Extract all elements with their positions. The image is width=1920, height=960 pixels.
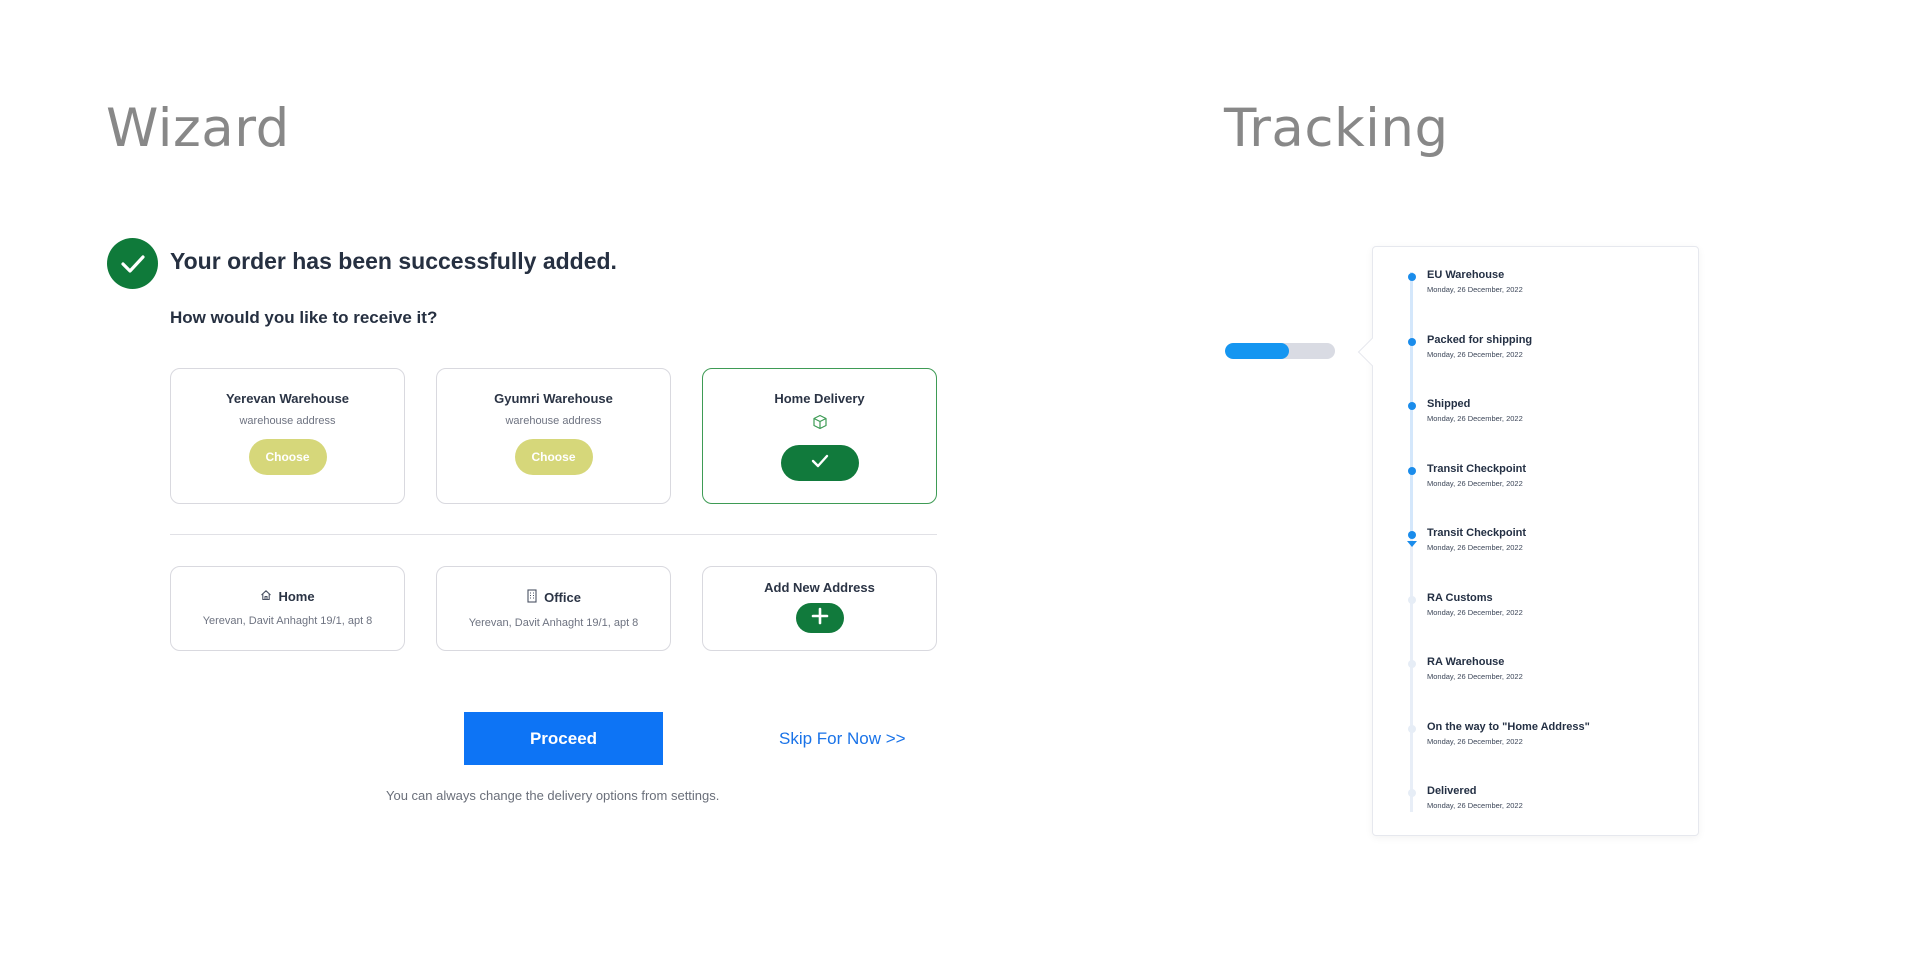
step-date: Monday, 26 December, 2022 (1427, 801, 1523, 810)
proceed-button[interactable]: Proceed (464, 712, 663, 765)
step-label: Delivered (1427, 785, 1477, 797)
choose-button[interactable]: Choose (248, 439, 327, 475)
step-dot-icon (1408, 595, 1416, 604)
check-icon (811, 454, 829, 473)
add-address-title: Add New Address (764, 580, 875, 595)
step-date: Monday, 26 December, 2022 (1427, 349, 1523, 359)
step-label: Transit Checkpoint (1427, 462, 1527, 475)
divider (170, 534, 937, 535)
step-date: Monday, 26 December, 2022 (1427, 672, 1523, 681)
step-dot-icon (1408, 466, 1416, 475)
box-icon (812, 414, 828, 435)
progress-fill (1225, 343, 1289, 359)
step-dot-icon (1408, 337, 1416, 346)
address-card-home[interactable]: Home Yerevan, Davit Anhaght 19/1, apt 8 (170, 566, 405, 651)
option-card-yerevan-warehouse[interactable]: Yerevan Warehouse warehouse address Choo… (170, 368, 405, 504)
step-dot-icon (1408, 273, 1416, 281)
plus-icon (811, 607, 829, 630)
tracking-progress-bar[interactable] (1225, 343, 1335, 359)
option-card-home-delivery[interactable]: Home Delivery (702, 368, 937, 504)
step-date: Monday, 26 December, 2022 (1427, 478, 1523, 488)
option-card-gyumri-warehouse[interactable]: Gyumri Warehouse warehouse address Choos… (436, 368, 671, 504)
step-date: Monday, 26 December, 2022 (1427, 414, 1523, 423)
step-label: Shipped (1427, 398, 1471, 410)
choose-button[interactable]: Choose (514, 439, 593, 475)
current-step-caret-icon (1407, 541, 1417, 547)
settings-note: You can always change the delivery optio… (386, 788, 720, 803)
tracking-section-title: Tracking (1224, 98, 1449, 159)
tracking-panel (1372, 246, 1699, 836)
option-title: Home Delivery (774, 391, 865, 406)
address-text: Yerevan, Davit Anhaght 19/1, apt 8 (468, 617, 639, 629)
step-label: EU Warehouse (1427, 269, 1505, 281)
option-subtitle: warehouse address (239, 415, 336, 427)
add-new-address-card[interactable]: Add New Address (702, 566, 937, 651)
step-dot-icon (1408, 724, 1416, 733)
step-label: Packed for shipping (1427, 333, 1533, 346)
address-card-office[interactable]: Office Yerevan, Davit Anhaght 19/1, apt … (436, 566, 671, 651)
option-title: Yerevan Warehouse (225, 391, 350, 406)
step-label: RA Customs (1427, 591, 1493, 604)
home-icon (260, 589, 272, 604)
step-date: Monday, 26 December, 2022 (1427, 736, 1523, 746)
selected-check-button[interactable] (780, 445, 859, 481)
address-title: Office (544, 590, 581, 605)
wizard-section-title: Wizard (106, 98, 290, 159)
success-check-icon (107, 238, 158, 289)
step-dot-icon (1408, 660, 1416, 668)
step-dot-icon (1408, 789, 1416, 797)
address-text: Yerevan, Davit Anhaght 19/1, apt 8 (202, 615, 373, 627)
option-subtitle: warehouse address (505, 415, 602, 427)
step-dot-icon (1408, 531, 1416, 539)
step-dot-icon (1408, 402, 1416, 410)
add-address-button[interactable] (795, 603, 844, 633)
skip-link[interactable]: Skip For Now >> (779, 729, 906, 749)
address-title: Home (278, 589, 315, 604)
step-date: Monday, 26 December, 2022 (1427, 607, 1523, 617)
delivery-question: How would you like to receive it? (170, 308, 438, 327)
step-label: Transit Checkpoint (1427, 527, 1527, 539)
step-label: RA Warehouse (1427, 656, 1505, 668)
building-icon (526, 589, 538, 606)
step-label: On the way to "Home Address" (1427, 720, 1590, 733)
success-message: Your order has been successfully added. (170, 248, 617, 274)
option-title: Gyumri Warehouse (494, 391, 613, 406)
step-date: Monday, 26 December, 2022 (1427, 543, 1523, 552)
step-date: Monday, 26 December, 2022 (1427, 285, 1523, 294)
